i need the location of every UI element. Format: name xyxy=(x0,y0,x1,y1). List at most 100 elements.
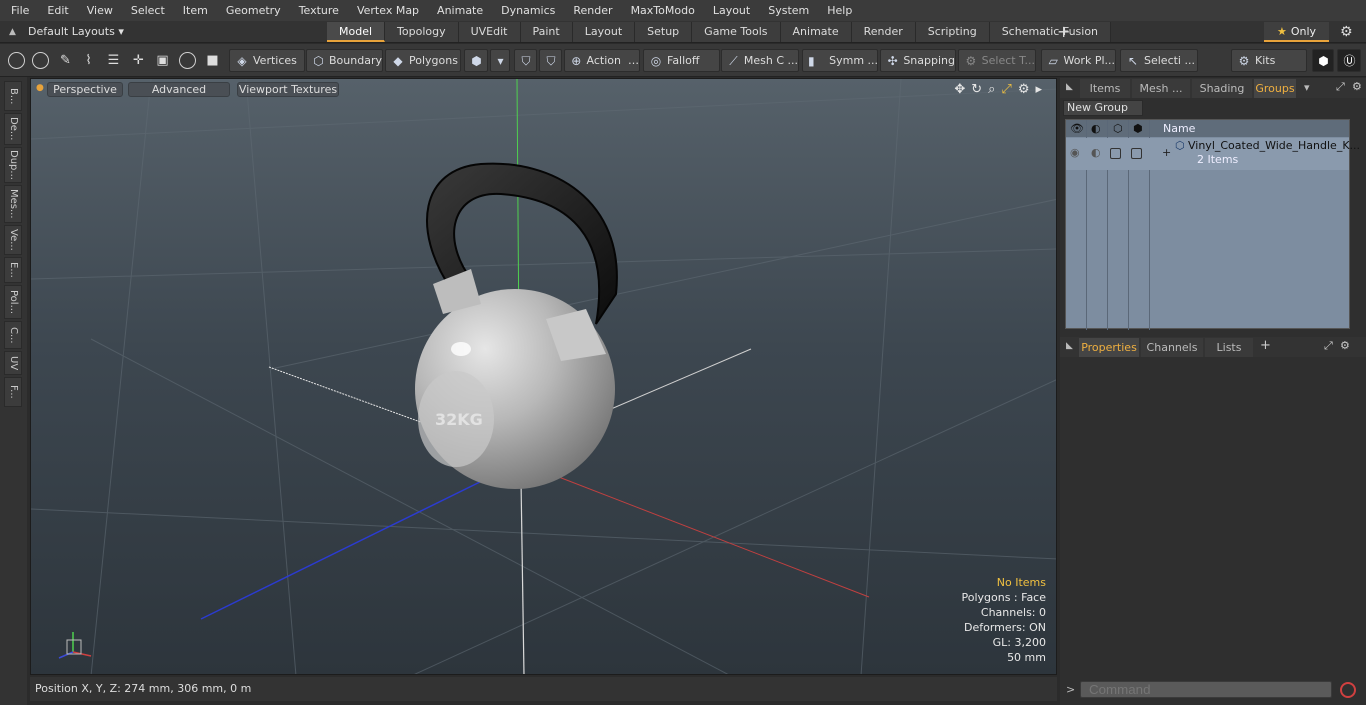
strip-tab-dup[interactable]: Dup... xyxy=(4,147,22,183)
strip-tab-e[interactable]: E... xyxy=(4,257,22,283)
menu-vertex-map[interactable]: Vertex Map xyxy=(346,0,426,21)
tab-items[interactable]: Items xyxy=(1080,79,1130,98)
viewport-settings-icon[interactable]: ⚙ xyxy=(1018,82,1030,97)
select-through-button[interactable]: ⚙ Select T... xyxy=(958,49,1036,72)
menu-file[interactable]: File xyxy=(0,0,36,21)
strip-tab-f[interactable]: F... xyxy=(4,377,22,407)
tab-shading[interactable]: Shading xyxy=(1192,79,1252,98)
record-icon[interactable] xyxy=(1340,682,1356,698)
cube-solid-icon[interactable]: ■ xyxy=(204,52,221,69)
cross-icon[interactable]: ✛ xyxy=(130,52,147,69)
tab-render[interactable]: Render xyxy=(851,22,916,42)
fit-icon[interactable]: ⤢ xyxy=(1001,82,1011,97)
play-icon[interactable]: ▸ xyxy=(1035,82,1042,97)
selection-button[interactable]: ↖ Selecti ... xyxy=(1120,49,1198,72)
kettlebell-model[interactable]: 32KG xyxy=(415,162,618,489)
layout-dropdown[interactable]: Default Layouts ▾ xyxy=(28,21,124,43)
zoom-icon[interactable]: ⌕ xyxy=(988,82,995,97)
brush-icon[interactable]: ⌇ xyxy=(80,52,97,69)
panel-menu-icon[interactable]: ◣ xyxy=(1066,341,1073,351)
tab-paint[interactable]: Paint xyxy=(520,22,573,42)
shield-a-button[interactable]: ⛉ xyxy=(514,49,537,72)
move-icon[interactable]: ✥ xyxy=(954,82,965,97)
menu-render[interactable]: Render xyxy=(562,0,619,21)
symmetry-button[interactable]: ▮ Symm ... xyxy=(802,49,878,72)
tab-channels[interactable]: Channels xyxy=(1141,338,1203,357)
maximize-icon[interactable]: ⤢ xyxy=(1324,339,1333,353)
expand-icon[interactable]: + xyxy=(1162,146,1171,159)
panel-gear-icon[interactable]: ⚙ xyxy=(1340,339,1350,352)
only-toggle[interactable]: ★ Only xyxy=(1264,22,1329,42)
strip-tab-c[interactable]: C... xyxy=(4,321,22,349)
tab-layout[interactable]: Layout xyxy=(572,22,636,42)
render-toggle-icon[interactable]: ◐ xyxy=(1091,146,1101,159)
action-button[interactable]: ⊕ Action … xyxy=(564,49,640,72)
material-button[interactable]: ⬢ xyxy=(464,49,488,72)
snapping-button[interactable]: ✣ Snapping xyxy=(880,49,956,72)
menu-system[interactable]: System xyxy=(757,0,816,21)
menu-layout[interactable]: Layout xyxy=(702,0,757,21)
menu-geometry[interactable]: Geometry xyxy=(215,0,288,21)
menu-edit[interactable]: Edit xyxy=(36,0,75,21)
advanced-button[interactable]: Advanced xyxy=(128,82,230,97)
tab-scripting[interactable]: Scripting xyxy=(915,22,990,42)
tab-properties[interactable]: Properties xyxy=(1079,338,1139,357)
tab-schematic-fusion[interactable]: Schematic Fusion xyxy=(989,22,1112,42)
strip-tab-uv[interactable]: UV xyxy=(4,351,22,375)
unity-button[interactable]: ⬢ xyxy=(1312,49,1334,72)
menu-animate[interactable]: Animate xyxy=(426,0,490,21)
unreal-button[interactable]: Ⓤ xyxy=(1337,49,1361,72)
tab-mesh[interactable]: Mesh ... xyxy=(1132,79,1190,98)
menu-help[interactable]: Help xyxy=(816,0,859,21)
command-input[interactable] xyxy=(1080,681,1332,698)
new-group-button[interactable]: New Group xyxy=(1063,100,1143,116)
viewport-textures-button[interactable]: Viewport Textures xyxy=(237,82,339,97)
clock-icon[interactable] xyxy=(179,52,196,69)
3d-viewport[interactable]: 32KG ● Perspective Advanced Viewport Tex… xyxy=(30,78,1057,675)
strip-tab-pol[interactable]: Pol... xyxy=(4,285,22,319)
tab-topology[interactable]: Topology xyxy=(385,22,459,42)
perspective-button[interactable]: Perspective xyxy=(47,82,123,97)
strip-tab-ve[interactable]: Ve... xyxy=(4,225,22,255)
globe-icon[interactable] xyxy=(32,52,49,69)
panel-gear-icon[interactable]: ⚙ xyxy=(1352,80,1362,93)
align-icon[interactable]: ☰ xyxy=(105,52,122,69)
tab-animate[interactable]: Animate xyxy=(780,22,852,42)
tab-lists[interactable]: Lists xyxy=(1205,338,1253,357)
polygons-button[interactable]: ◆ Polygons xyxy=(385,49,461,72)
select-checkbox[interactable] xyxy=(1131,148,1142,159)
boundary-button[interactable]: ⬡ Boundary xyxy=(306,49,383,72)
menu-view[interactable]: View xyxy=(76,0,120,21)
lock-checkbox[interactable] xyxy=(1110,148,1121,159)
panel-menu-icon[interactable]: ◣ xyxy=(1066,82,1073,92)
menu-texture[interactable]: Texture xyxy=(288,0,346,21)
pen-icon[interactable]: ✎ xyxy=(57,52,74,69)
gear-icon[interactable]: ⚙ xyxy=(1340,24,1353,40)
strip-tab-b[interactable]: B... xyxy=(4,81,22,111)
tab-groups[interactable]: Groups xyxy=(1254,79,1296,98)
tab-model[interactable]: Model xyxy=(327,22,386,42)
falloff-button[interactable]: ◎ Falloff xyxy=(643,49,720,72)
menu-item[interactable]: Item xyxy=(172,0,215,21)
kits-button[interactable]: ⚙ Kits xyxy=(1231,49,1307,72)
menu-select[interactable]: Select xyxy=(120,0,172,21)
maximize-icon[interactable]: ⤢ xyxy=(1336,80,1345,94)
tab-setup[interactable]: Setup xyxy=(635,22,693,42)
square-circle-icon[interactable]: ▣ xyxy=(154,52,171,69)
circle-select-icon[interactable] xyxy=(8,52,25,69)
rotate-icon[interactable]: ↻ xyxy=(971,82,982,97)
strip-tab-de[interactable]: De... xyxy=(4,113,22,145)
group-row[interactable]: ◉ ◐ + ⬡ Vinyl_Coated_Wide_Handle_K... 2 … xyxy=(1066,138,1360,170)
material-dropdown[interactable]: ▾ xyxy=(490,49,510,72)
shield-b-button[interactable]: ⛉ xyxy=(539,49,562,72)
vertices-button[interactable]: ◈ Vertices xyxy=(229,49,305,72)
work-plane-button[interactable]: ▱ Work Pl... xyxy=(1041,49,1116,72)
tabs-dropdown-icon[interactable]: ▾ xyxy=(1304,81,1310,94)
mesh-constraint-button[interactable]: ⟋ Mesh C ... xyxy=(721,49,799,72)
tab-game-tools[interactable]: Game Tools xyxy=(692,22,781,42)
menu-maxtomodo[interactable]: MaxToModo xyxy=(620,0,702,21)
tab-uvedit[interactable]: UVEdit xyxy=(458,22,521,42)
menu-dynamics[interactable]: Dynamics xyxy=(490,0,562,21)
strip-tab-mes[interactable]: Mes... xyxy=(4,185,22,223)
visibility-eye-icon[interactable]: ◉ xyxy=(1070,146,1080,159)
